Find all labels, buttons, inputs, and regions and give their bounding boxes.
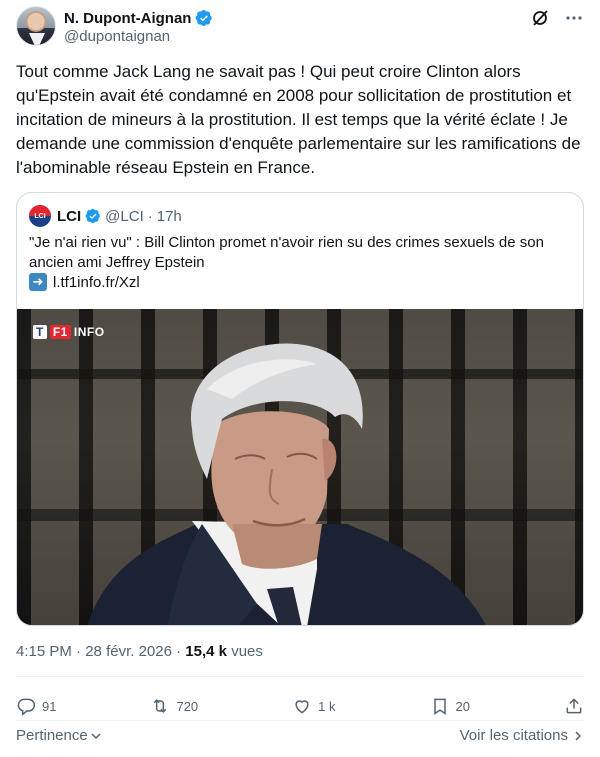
- quoted-media-image[interactable]: T F1 INFO: [17, 309, 583, 625]
- portrait-figure: [87, 343, 486, 625]
- bookmark-icon: [433, 698, 446, 715]
- tf1-info-badge: T F1 INFO: [33, 325, 105, 339]
- quoted-tweet-header: LCI LCI @LCI · 17h: [29, 205, 182, 227]
- repost-count: 720: [176, 698, 199, 714]
- quoted-tweet-text: "Je n'ai rien vu" : Bill Clinton promet …: [29, 234, 544, 271]
- divider-top: [16, 676, 584, 677]
- bookmark-button[interactable]: 20: [430, 696, 470, 716]
- like-count: 1 k: [318, 698, 336, 714]
- quoted-verified-badge-icon: [85, 208, 101, 224]
- meta-separator: ·: [76, 643, 82, 660]
- tf1-badge-t: T: [33, 325, 47, 339]
- reply-button[interactable]: 91: [16, 696, 56, 716]
- tweet-date[interactable]: 28 févr. 2026: [85, 643, 172, 660]
- action-bar: 91 720 1 k 20: [16, 692, 584, 720]
- reply-count: 91: [42, 698, 57, 714]
- repost-button[interactable]: 720: [150, 696, 198, 716]
- share-button[interactable]: [564, 696, 584, 716]
- more-options-icon[interactable]: [564, 8, 584, 28]
- views-count: 15,4 k: [185, 643, 228, 660]
- lci-logo-text: LCI: [34, 212, 46, 220]
- share-icon: [566, 698, 582, 714]
- verified-badge-icon: [196, 9, 213, 27]
- replies-footer: Pertinence Voir les citations: [16, 727, 584, 744]
- author-name[interactable]: N. Dupont-Aignan: [64, 10, 191, 27]
- sort-dropdown[interactable]: Pertinence: [16, 727, 102, 744]
- author-avatar[interactable]: [16, 6, 56, 46]
- author-name-line: N. Dupont-Aignan: [64, 9, 213, 27]
- right-arrow-icon: ➜: [29, 273, 47, 291]
- citations-label: Voir les citations: [459, 727, 568, 744]
- view-citations-link[interactable]: Voir les citations: [460, 727, 584, 744]
- tf1-badge-one: F1: [49, 325, 71, 339]
- quoted-link[interactable]: ➜ l.tf1info.fr/Xzl: [29, 273, 140, 291]
- chevron-right-icon: [575, 730, 582, 741]
- quoted-author-name: LCI: [57, 207, 82, 225]
- chevron-down-icon: [91, 732, 101, 739]
- quoted-time: 17h: [156, 207, 182, 225]
- tweet-header: N. Dupont-Aignan @dupontaignan: [16, 4, 584, 48]
- lci-logo-icon: LCI: [29, 205, 51, 227]
- meta-separator-2: ·: [176, 643, 182, 660]
- tweet-text: Tout comme Jack Lang ne savait pas ! Qui…: [16, 62, 581, 177]
- quoted-author-handle: @LCI: [105, 207, 144, 225]
- tweet-meta: 4:15 PM · 28 févr. 2026 · 15,4 k vues: [16, 643, 263, 660]
- heart-icon: [295, 700, 309, 714]
- bookmark-count: 20: [455, 698, 470, 714]
- divider-bottom: [16, 720, 584, 721]
- sort-label: Pertinence: [16, 727, 88, 744]
- quoted-tweet-card[interactable]: LCI LCI @LCI · 17h "Je n'ai rien vu" : B…: [16, 192, 584, 626]
- quoted-link-text[interactable]: l.tf1info.fr/Xzl: [53, 274, 140, 291]
- like-button[interactable]: 1 k: [292, 696, 336, 716]
- tf1-badge-info: INFO: [73, 325, 105, 339]
- views-label: vues: [231, 643, 263, 660]
- author-handle[interactable]: @dupontaignan: [64, 28, 170, 45]
- repost-icon: [154, 699, 167, 713]
- quoted-separator: ·: [147, 207, 153, 225]
- tweet-time[interactable]: 4:15 PM: [16, 643, 72, 660]
- reply-icon: [17, 698, 36, 716]
- grok-icon[interactable]: [530, 8, 550, 28]
- header-icons: [530, 8, 584, 28]
